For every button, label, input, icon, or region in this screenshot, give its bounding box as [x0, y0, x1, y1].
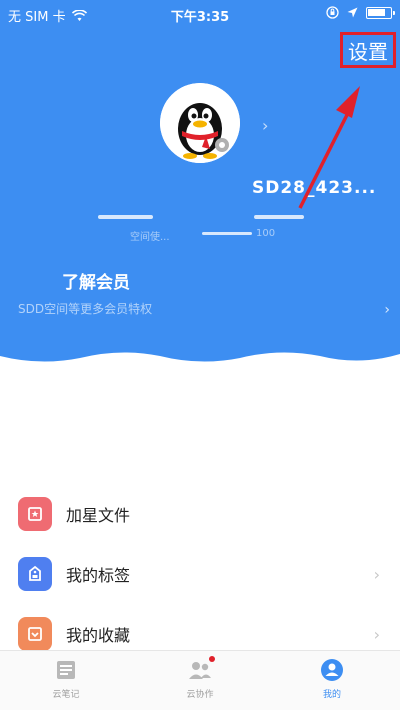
- star-file-icon: [18, 497, 52, 531]
- vip-title[interactable]: 了解会员: [62, 268, 130, 293]
- status-bar: 无 SIM 卡 下午3:35: [0, 0, 400, 28]
- profile-icon: [319, 657, 345, 683]
- chevron-right-icon[interactable]: ›: [262, 116, 268, 135]
- blurred-line: [98, 215, 153, 219]
- tab-notes[interactable]: 云笔记: [26, 657, 106, 700]
- favorite-icon: [18, 617, 52, 651]
- tab-collaboration[interactable]: 云协作: [160, 656, 240, 700]
- penguin-avatar-icon: [160, 83, 240, 163]
- location-icon: [347, 7, 358, 18]
- tab-label: 云笔记: [52, 690, 80, 700]
- vip-subtitle: SDD空间等更多会员特权: [18, 302, 153, 316]
- collaboration-icon: [187, 656, 215, 683]
- chevron-right-icon: ›: [373, 564, 380, 584]
- list-item-my-tags[interactable]: 我的标签 ›: [0, 544, 400, 604]
- chevron-right-icon[interactable]: ›: [384, 302, 390, 318]
- avatar[interactable]: [160, 83, 240, 163]
- tab-bar: 云笔记 云协作 我的: [0, 650, 400, 710]
- blurred-line: [254, 215, 304, 219]
- rotation-lock-icon: [326, 6, 339, 19]
- blurred-text: 空间使...: [130, 232, 170, 243]
- profile-header: 设置 › SD28_423... 空间使... 100 了解会员 SDD空间等更…: [0, 28, 400, 362]
- settings-button[interactable]: 设置: [340, 32, 396, 68]
- blurred-line: [202, 232, 252, 235]
- list-item-label: 我的收藏: [66, 626, 131, 645]
- list-item-starred-files[interactable]: 加星文件: [0, 484, 400, 544]
- battery-icon: [366, 6, 395, 19]
- list-item-label: 加星文件: [66, 506, 131, 525]
- notification-badge: [209, 656, 215, 662]
- wave-divider: [0, 346, 400, 362]
- username: SD28_423...: [252, 178, 377, 198]
- blurred-text: 100: [256, 228, 276, 239]
- tab-label: 我的: [322, 690, 341, 700]
- tab-me[interactable]: 我的: [292, 657, 372, 700]
- notebook-icon: [53, 657, 79, 683]
- list-item-label: 我的标签: [66, 566, 131, 585]
- chevron-right-icon: ›: [373, 624, 380, 644]
- tab-label: 云协作: [186, 690, 214, 700]
- tag-icon: [18, 557, 52, 591]
